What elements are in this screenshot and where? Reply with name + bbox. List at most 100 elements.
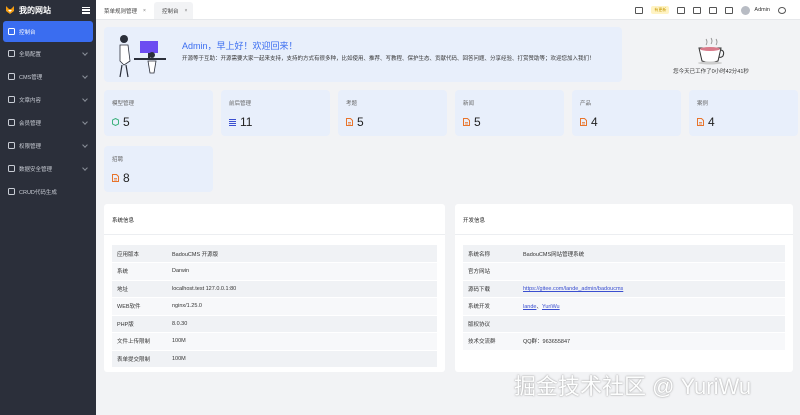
avatar[interactable] <box>741 5 751 15</box>
chevron-down-icon <box>82 119 88 125</box>
stat-card-news[interactable]: 新闻 5 <box>455 90 564 136</box>
welcome-illustration <box>110 31 174 79</box>
sidebar-item-label: CMS管理 <box>19 74 43 81</box>
row-value <box>518 315 785 333</box>
sidebar-item-crud[interactable]: CRUD代码生成 <box>0 180 96 203</box>
table-row: WEB软件 nginx/1.25.0 <box>112 297 437 316</box>
work-time-text: 您今天已工作了0小时42分41秒 <box>673 69 749 75</box>
stat-label: 新闻 <box>463 101 475 107</box>
row-key: 系统 <box>112 262 167 281</box>
sidebar-item-label: CRUD代码生成 <box>19 189 57 196</box>
stat-label: 招聘 <box>112 157 124 163</box>
panel-title: 开发信息 <box>463 218 486 224</box>
dashboard-icon <box>8 28 15 35</box>
row-value <box>518 262 785 281</box>
system-info-panel: 系统信息 应用版本 BadouCMS 开源版 系统 Darwin 地址 localho… <box>104 204 445 372</box>
topbar-tools: 有更新 Admin <box>635 0 800 20</box>
update-badge[interactable]: 有更新 <box>651 6 670 14</box>
trash-icon[interactable] <box>725 6 734 14</box>
sidebar-item-data-security[interactable]: 数据安全管理 <box>0 157 96 180</box>
sidebar-item-dashboard[interactable]: 控制台 <box>3 21 93 42</box>
sidebar-item-label: 数据安全管理 <box>19 166 53 173</box>
sidebar-nav: 控制台 全局配置 CMS管理 文章内容 会员管理 权限管理 数据安全管理 CRU… <box>0 21 96 203</box>
stat-card-cases[interactable]: 案例 4 <box>689 90 798 136</box>
close-icon[interactable]: × <box>143 8 146 14</box>
stat-value: 5 <box>123 115 130 129</box>
row-key: 源码下载 <box>463 280 518 298</box>
row-key: 文件上传限制 <box>112 332 167 351</box>
table-row: 版权协议 <box>463 315 785 333</box>
row-value: Darwin <box>167 262 437 281</box>
stat-card-front-back[interactable]: 前后管理 11 <box>221 90 330 136</box>
row-key: WEB软件 <box>112 297 167 316</box>
table-row: 地址 localhost.test 127.0.0.1:80 <box>112 280 437 298</box>
panel-title: 系统信息 <box>112 218 135 224</box>
table-row: 应用版本 BadouCMS 开源版 <box>112 245 437 263</box>
row-key: 官方网站 <box>463 262 518 281</box>
settings-icon[interactable] <box>778 6 786 14</box>
developer-link-lande[interactable]: lande <box>523 304 536 310</box>
brand[interactable]: 我的网站 <box>0 0 96 20</box>
stat-card-jobs[interactable]: 招聘 8 <box>104 146 213 192</box>
table-row: 官方网站 <box>463 262 785 281</box>
sidebar-item-label: 控制台 <box>19 29 36 36</box>
chevron-down-icon <box>82 73 88 79</box>
row-value: https://gitee.com/lande_admin/badoucms <box>518 280 785 298</box>
chevron-down-icon <box>82 142 88 148</box>
topbar: 菜单规则管理 × 控制台 × 有更新 Admin <box>96 0 800 20</box>
terminal-icon[interactable] <box>709 6 718 14</box>
work-time-panel: 您今天已工作了0小时42分41秒 <box>630 27 792 82</box>
user-name[interactable]: Admin <box>754 7 770 13</box>
translate-icon[interactable] <box>677 6 686 14</box>
sidebar-item-permissions[interactable]: 权限管理 <box>0 134 96 157</box>
shield-icon <box>8 142 15 149</box>
list-icon <box>229 119 236 126</box>
sidebar-item-label: 全局配置 <box>19 51 42 58</box>
sidebar-item-label: 文章内容 <box>19 97 42 104</box>
sidebar-item-articles[interactable]: 文章内容 <box>0 88 96 111</box>
watermark: 掘金技术社区 @ YuriWu <box>514 374 752 399</box>
stat-card-exams[interactable]: 考题 5 <box>338 90 447 136</box>
sidebar-item-members[interactable]: 会员管理 <box>0 111 96 134</box>
row-key: 技术交流群 <box>463 332 518 351</box>
tab-menu-rules[interactable]: 菜单规则管理 × <box>96 2 152 19</box>
system-info-table: 应用版本 BadouCMS 开源版 系统 Darwin 地址 localhost.te… <box>112 245 437 368</box>
stat-label: 前后管理 <box>229 101 252 107</box>
stat-card-products[interactable]: 产品 4 <box>572 90 681 136</box>
fox-logo-icon <box>6 6 14 14</box>
developer-link-yuriwu[interactable]: YuriWu <box>542 304 560 310</box>
code-icon <box>8 188 15 195</box>
stat-card-models[interactable]: 模型管理 5 <box>104 90 213 136</box>
cube-icon <box>112 118 119 126</box>
fullscreen-icon[interactable] <box>693 6 702 14</box>
table-row: PHP版 8.0.30 <box>112 315 437 333</box>
menu-toggle-icon[interactable] <box>82 6 90 14</box>
monitor-icon[interactable] <box>635 6 644 14</box>
row-key: 表单提交限制 <box>112 350 167 368</box>
row-value: localhost.test 127.0.0.1:80 <box>167 280 437 298</box>
settings-icon <box>8 50 15 57</box>
sidebar-item-label: 会员管理 <box>19 120 42 127</box>
tab-dashboard[interactable]: 控制台 × <box>153 2 194 19</box>
chevron-down-icon <box>82 50 88 56</box>
row-key: 版权协议 <box>463 315 518 333</box>
sidebar-item-global-config[interactable]: 全局配置 <box>0 42 96 65</box>
document-icon <box>346 118 353 126</box>
divider <box>104 234 445 235</box>
stat-label: 模型管理 <box>112 101 135 107</box>
tab-label: 菜单规则管理 <box>104 8 138 15</box>
row-key: 系统名称 <box>463 245 518 263</box>
row-value: 100M <box>167 350 437 368</box>
sidebar: 我的网站 控制台 全局配置 CMS管理 文章内容 会员管理 权限管理 数据安全管… <box>0 0 96 415</box>
article-icon <box>8 96 15 103</box>
dev-info-panel: 开发信息 系统名称 BadouCMS网站管理系统 官方网站 源码下载 https:/… <box>455 204 793 372</box>
row-value: QQ群：963655847 <box>518 332 785 351</box>
stat-label: 产品 <box>580 101 592 107</box>
sidebar-item-cms[interactable]: CMS管理 <box>0 65 96 88</box>
stat-value: 8 <box>123 171 130 185</box>
coffee-cup-icon <box>698 37 725 65</box>
row-value: lande、YuriWu <box>518 297 785 316</box>
source-download-link[interactable]: https://gitee.com/lande_admin/badoucms <box>523 286 623 292</box>
close-icon[interactable]: × <box>184 8 187 14</box>
document-icon <box>697 118 704 126</box>
